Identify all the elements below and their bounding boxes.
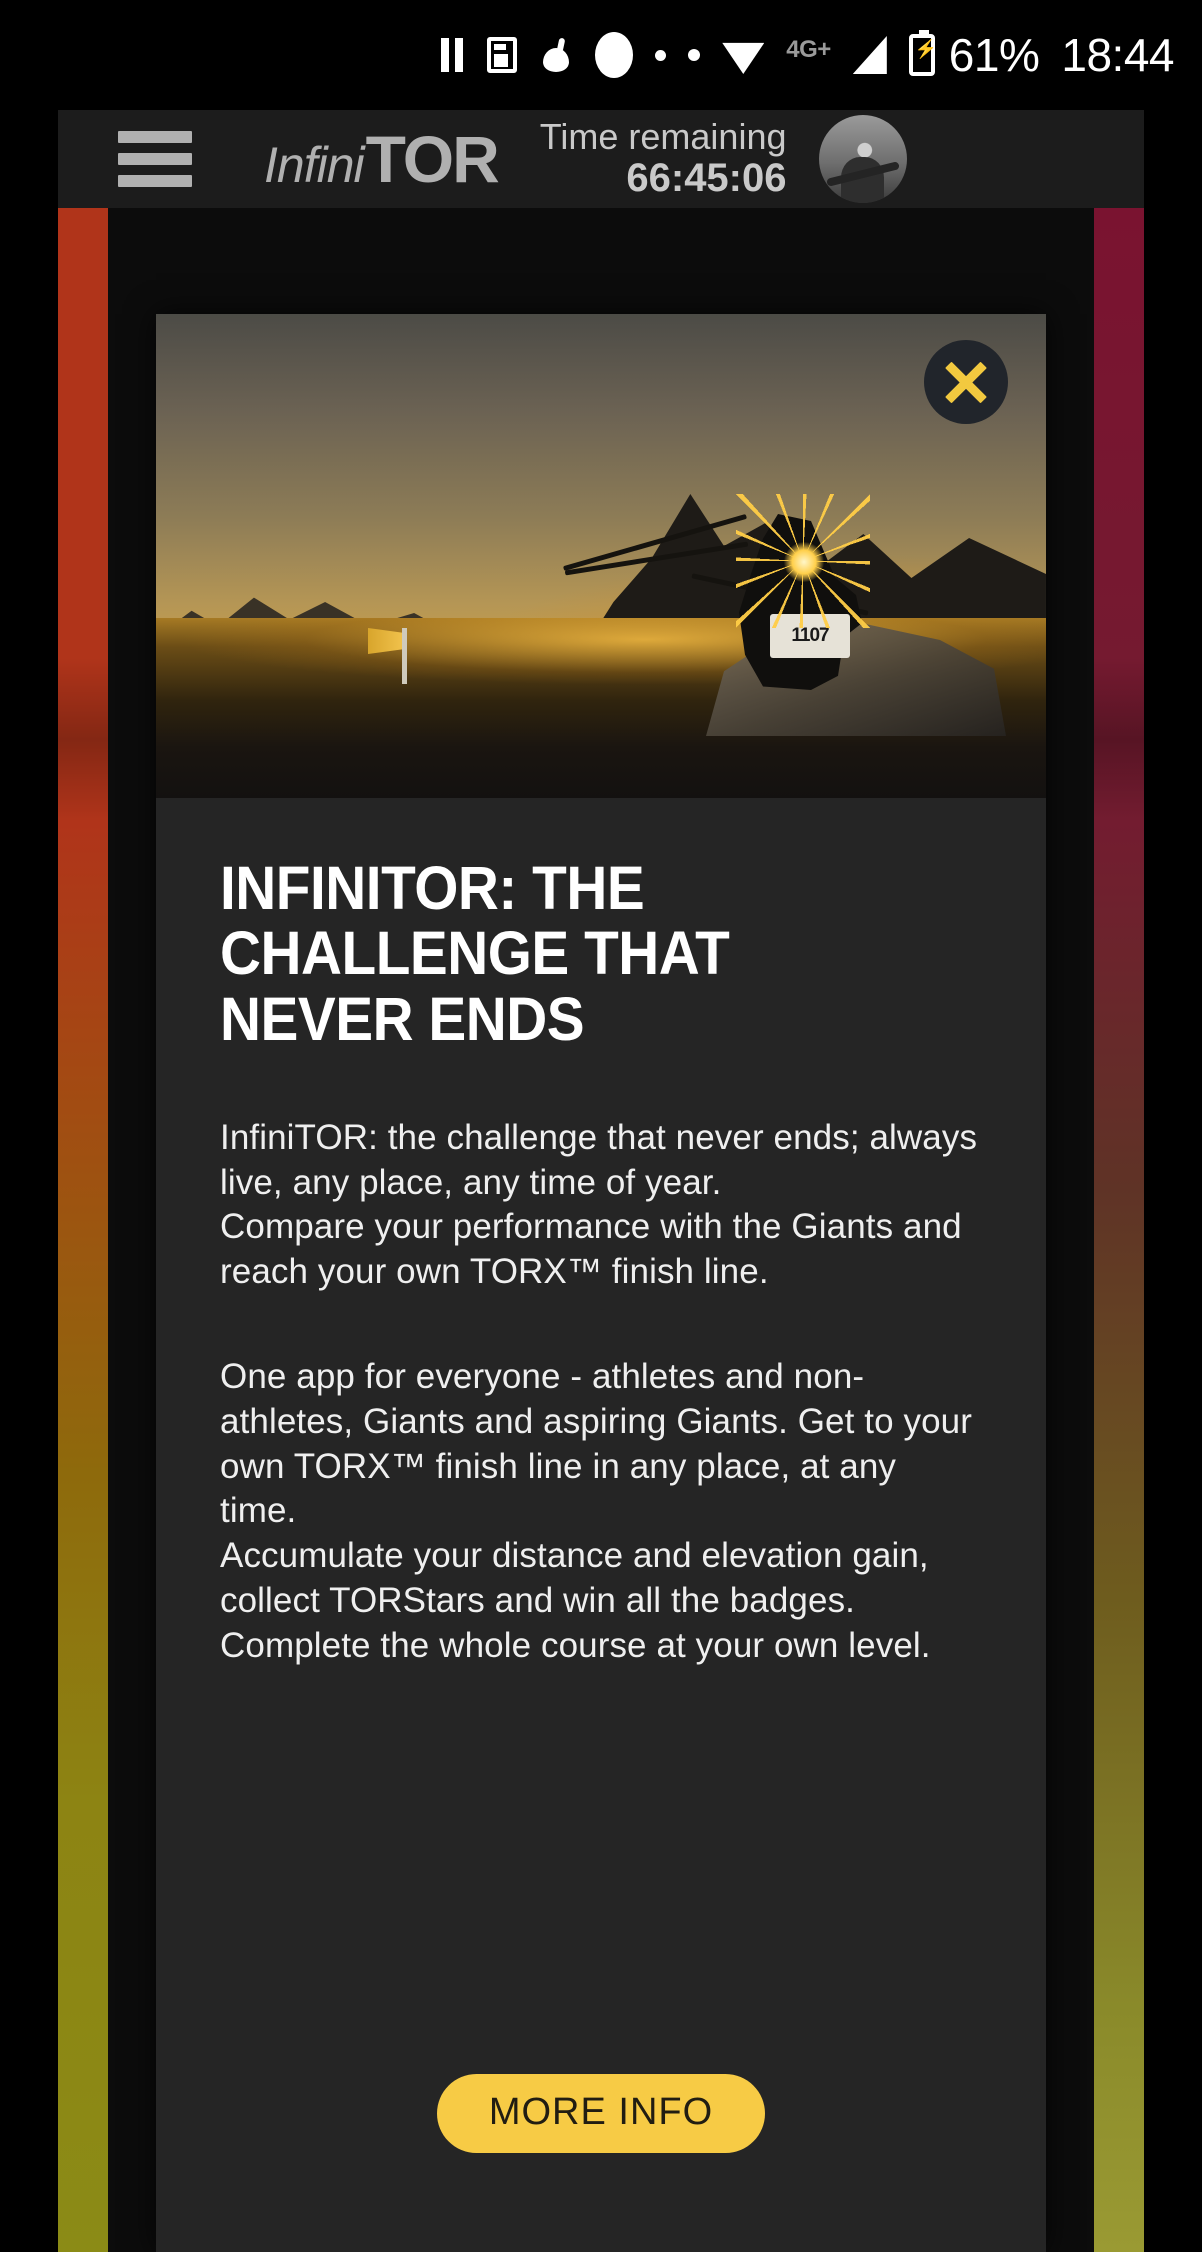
dot-icon bbox=[655, 49, 667, 61]
app-bar: Infini TOR Time remaining 66:45:06 bbox=[58, 110, 1144, 208]
news-feed-icon bbox=[487, 37, 518, 73]
more-info-button[interactable]: MORE INFO bbox=[436, 2074, 766, 2153]
modal-footer: MORE INFO bbox=[156, 2052, 1046, 2252]
background-gradient-strip-left bbox=[58, 208, 108, 2252]
logo-text-infini: Infini bbox=[264, 137, 365, 193]
hero-sun-starburst bbox=[736, 494, 870, 628]
dot-icon bbox=[688, 49, 701, 61]
info-modal: 1107 INFINITOR: THE CHALLENGE THAT NEVER… bbox=[156, 314, 1046, 2252]
modal-paragraph-2: One app for everyone - athletes and non-… bbox=[220, 1356, 972, 1665]
time-remaining-label: Time remaining bbox=[539, 115, 787, 157]
network-type-label: 4G+ bbox=[786, 36, 831, 63]
app-window: Infini TOR Time remaining 66:45:06 1107 … bbox=[58, 110, 1144, 2252]
avatar[interactable] bbox=[818, 115, 907, 203]
hamburger-menu-icon[interactable] bbox=[118, 131, 192, 187]
phone-screen: 4G+ 61% 18:44 Infini TOR Time remaining … bbox=[0, 0, 1202, 2252]
time-remaining-value: 66:45:06 bbox=[626, 155, 787, 200]
hero-image: 1107 bbox=[156, 314, 1046, 798]
background-gradient-strip-right bbox=[1094, 208, 1144, 2252]
android-status-bar: 4G+ 61% 18:44 bbox=[0, 0, 1202, 110]
wifi-icon bbox=[722, 36, 765, 74]
app-logo[interactable]: Infini TOR bbox=[264, 121, 500, 197]
hero-course-flag bbox=[402, 628, 407, 684]
battery-charging-icon bbox=[908, 30, 937, 76]
time-remaining-block: Time remaining 66:45:06 bbox=[539, 115, 787, 200]
status-bar-icon-group: 4G+ bbox=[439, 30, 937, 78]
pause-icon bbox=[439, 38, 465, 72]
modal-body: INFINITOR: THE CHALLENGE THAT NEVER ENDS… bbox=[156, 798, 1046, 1669]
logo-text-tor: TOR bbox=[365, 122, 500, 196]
page-title: INFINITOR: THE CHALLENGE THAT NEVER ENDS bbox=[220, 854, 730, 1053]
oval-icon bbox=[595, 32, 634, 78]
modal-paragraph-1: InfiniTOR: the challenge that never ends… bbox=[220, 1117, 978, 1292]
battery-percent-label: 61% bbox=[948, 29, 1040, 81]
cellular-signal-icon bbox=[852, 36, 887, 74]
health-icon bbox=[539, 38, 573, 72]
close-icon[interactable] bbox=[924, 340, 1008, 424]
clock-label: 18:44 bbox=[1061, 29, 1174, 81]
